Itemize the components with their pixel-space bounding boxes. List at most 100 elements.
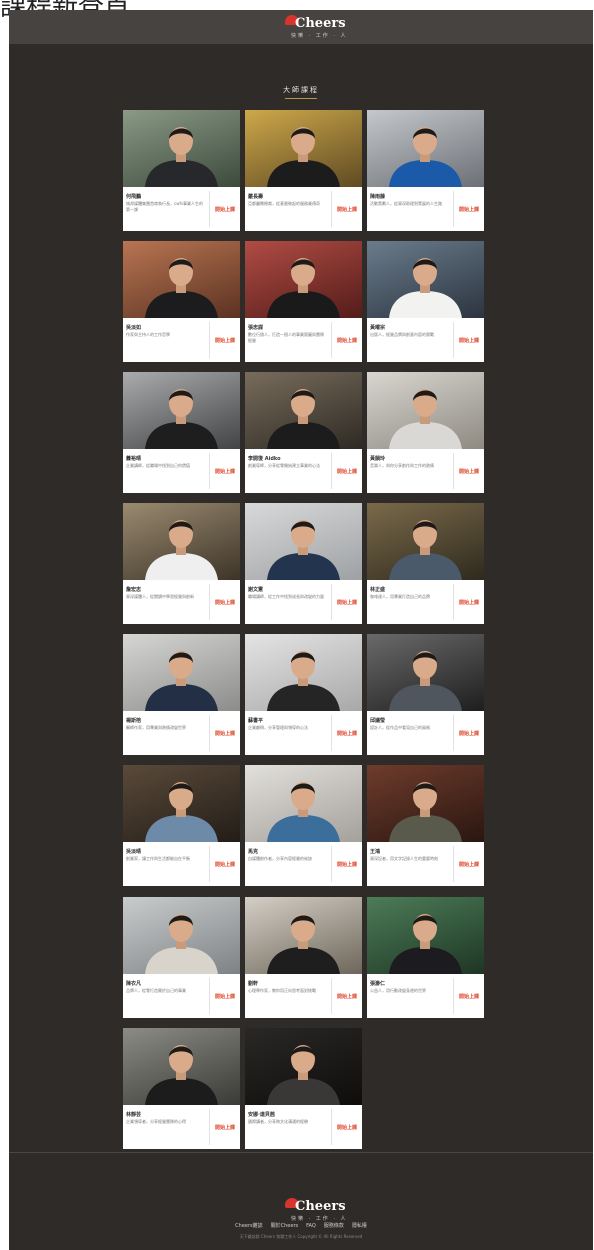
card-divider: [453, 322, 454, 358]
instructor-photo[interactable]: [245, 765, 362, 842]
instructor-photo[interactable]: [367, 765, 484, 842]
course-card[interactable]: 林正盛 咖啡達人，用專業打造自己的品牌 開始上課: [367, 503, 484, 624]
instructor-portrait-icon: [389, 258, 462, 318]
start-course-button[interactable]: 開始上課: [333, 599, 361, 606]
instructor-photo[interactable]: [367, 503, 484, 580]
instructor-photo[interactable]: [123, 1028, 240, 1105]
course-card[interactable]: 黃曜宗 出版人，經營品牌與創意內容的實戰 開始上課: [367, 241, 484, 362]
course-info: 黃韻玲 音樂人，與你分享創作與工作的熱情 開始上課: [367, 449, 484, 493]
course-card[interactable]: 張瀞仁 公益人，用行動改變身邊的世界 開始上課: [367, 897, 484, 1018]
start-course-button[interactable]: 開始上課: [211, 993, 239, 1000]
start-course-button[interactable]: 開始上課: [211, 206, 239, 213]
course-card[interactable]: 林靜芸 企業領導者，分享經營團隊的心得 開始上課: [123, 1028, 240, 1149]
course-card[interactable]: 蘇書平 企業顧問，分享管理與領導的心法 開始上課: [245, 634, 362, 755]
start-course-button[interactable]: 開始上課: [333, 730, 361, 737]
start-course-button[interactable]: 開始上課: [455, 861, 483, 868]
instructor-photo[interactable]: [367, 241, 484, 318]
course-description: 音樂人，與你分享創作與工作的熱情: [370, 463, 434, 468]
instructor-photo[interactable]: [123, 897, 240, 974]
instructor-photo[interactable]: [123, 765, 240, 842]
course-card[interactable]: 蕭裕晴 企業講師，從職場中找到自己的價值開始上課: [123, 372, 240, 493]
course-card[interactable]: 黃韻玲 音樂人，與你分享創作與工作的熱情 開始上課: [367, 372, 484, 493]
instructor-photo[interactable]: [245, 1028, 362, 1105]
instructor-photo[interactable]: [123, 503, 240, 580]
start-course-button[interactable]: 開始上課: [455, 206, 483, 213]
instructor-portrait-icon: [145, 258, 218, 318]
start-course-button[interactable]: 開始上課: [455, 730, 483, 737]
start-course-button[interactable]: 開始上課: [211, 1124, 239, 1131]
course-card[interactable]: 詹宏志 資深媒體人，從閱讀中學習經營與創新 開始上課: [123, 503, 240, 624]
instructor-photo[interactable]: [367, 897, 484, 974]
course-description: 企業講師，從職場中找到自己的價值: [126, 463, 190, 468]
start-course-button[interactable]: 開始上課: [211, 337, 239, 344]
instructor-photo[interactable]: [245, 503, 362, 580]
start-course-button[interactable]: 開始上課: [333, 861, 361, 868]
start-course-button[interactable]: 開始上課: [455, 468, 483, 475]
course-description: 國際講者，分享跨文化溝通的經驗: [248, 1119, 308, 1124]
start-course-button[interactable]: 開始上課: [333, 1124, 361, 1131]
course-card[interactable]: 馬克 自媒體創作者，分享內容經營的祕訣 開始上課: [245, 765, 362, 886]
footer-cheers-logo[interactable]: Cheers 快樂 · 工作 · 人: [285, 1198, 346, 1224]
course-card[interactable]: 李開復 Aidko 創業導師，分享從零開始建立事業的心法 開始上課: [245, 372, 362, 493]
start-course-button[interactable]: 開始上課: [211, 730, 239, 737]
start-course-button[interactable]: 開始上課: [333, 337, 361, 344]
instructor-name: 林正盛: [370, 587, 386, 593]
instructor-photo[interactable]: [123, 110, 240, 187]
footer-link[interactable]: 服務條款: [324, 1223, 344, 1229]
course-card[interactable]: 何飛鵬 城邦媒體集團首席執行長，cwfs事業人生的第一課 開始上課: [123, 110, 240, 231]
footer-link[interactable]: 關於Cheers: [271, 1223, 298, 1229]
start-course-button[interactable]: 開始上課: [211, 861, 239, 868]
course-description: 創業家，讓工作與生活都能自在平衡: [126, 856, 190, 861]
start-course-button[interactable]: 開始上課: [211, 468, 239, 475]
instructor-portrait-icon: [267, 520, 340, 580]
instructor-photo[interactable]: [123, 372, 240, 449]
instructor-portrait-icon: [267, 782, 340, 842]
cheers-logo[interactable]: Cheers 快樂 · 工作 · 人: [285, 15, 346, 41]
footer-link[interactable]: FAQ: [306, 1223, 316, 1229]
course-card[interactable]: 謝文憲 職場講師，從工作中找到成長與改變的力量 開始上課: [245, 503, 362, 624]
start-course-button[interactable]: 開始上課: [333, 468, 361, 475]
course-card[interactable]: 吳淡如 作家與主持人的工作哲學 開始上課: [123, 241, 240, 362]
course-card[interactable]: 安娜·達貝茜 國際講者，分享跨文化溝通的經驗 開始上課: [245, 1028, 362, 1149]
card-divider: [209, 584, 210, 620]
instructor-photo[interactable]: [367, 372, 484, 449]
instructor-photo[interactable]: [367, 110, 484, 187]
instructor-photo[interactable]: [245, 897, 362, 974]
instructor-photo[interactable]: [245, 634, 362, 711]
instructor-portrait-icon: [389, 127, 462, 187]
instructor-photo[interactable]: [245, 241, 362, 318]
course-card[interactable]: 張忠謀 數位行銷人，打造一個人的事業版圖與團隊經營 開始上課: [245, 241, 362, 362]
instructor-photo[interactable]: [245, 110, 362, 187]
course-card[interactable]: 王鴻 資深記者，用文字記錄人生的重要時刻 開始上課: [367, 765, 484, 886]
start-course-button[interactable]: 開始上課: [455, 599, 483, 606]
start-course-button[interactable]: 開始上課: [333, 993, 361, 1000]
start-course-button[interactable]: 開始上課: [455, 993, 483, 1000]
site-header: Cheers 快樂 · 工作 · 人: [9, 10, 593, 44]
course-card[interactable]: 吳淡晴 創業家，讓工作與生活都能自在平衡 開始上課: [123, 765, 240, 886]
logo-tagline: 快樂 · 工作 · 人: [291, 33, 348, 39]
course-card[interactable]: 陳衣凡 品牌人，從零打造屬於自己的事業 開始上課: [123, 897, 240, 1018]
course-card[interactable]: 楊斯棓 醫師作家，用專業與熱情改變世界開始上課: [123, 634, 240, 755]
start-course-button[interactable]: 開始上課: [455, 337, 483, 344]
card-divider: [331, 846, 332, 882]
course-description: 心理學作家，教你用正向思考面對挑戰: [248, 988, 316, 993]
footer-link[interactable]: 隱私權: [352, 1223, 367, 1229]
instructor-photo[interactable]: [367, 634, 484, 711]
instructor-photo[interactable]: [123, 241, 240, 318]
course-card[interactable]: 劉軒 心理學作家，教你用正向思考面對挑戰 開始上課: [245, 897, 362, 1018]
footer-link[interactable]: Cheers雜誌: [235, 1223, 262, 1229]
course-card[interactable]: 陳雨藤 活動策劃人，從資深助理到策展的人生路 開始上課: [367, 110, 484, 231]
instructor-portrait-icon: [267, 914, 340, 974]
course-description: 亞都麗緻總裁，從基層做起的服務業傳奇: [248, 201, 320, 206]
start-course-button[interactable]: 開始上課: [333, 206, 361, 213]
card-divider: [209, 453, 210, 489]
course-description: 設計人，從作品中看見自己的風格: [370, 725, 430, 730]
instructor-photo[interactable]: [245, 372, 362, 449]
instructor-photo[interactable]: [123, 634, 240, 711]
course-description: 醫師作家，用專業與熱情改變世界: [126, 725, 186, 730]
course-card[interactable]: 嚴長壽 亞都麗緻總裁，從基層做起的服務業傳奇 開始上課: [245, 110, 362, 231]
instructor-name: 蕭裕晴: [126, 456, 142, 462]
course-card[interactable]: 邱議瑩 設計人，從作品中看見自己的風格 開始上課: [367, 634, 484, 755]
instructor-name: 楊斯棓: [126, 718, 142, 724]
start-course-button[interactable]: 開始上課: [211, 599, 239, 606]
